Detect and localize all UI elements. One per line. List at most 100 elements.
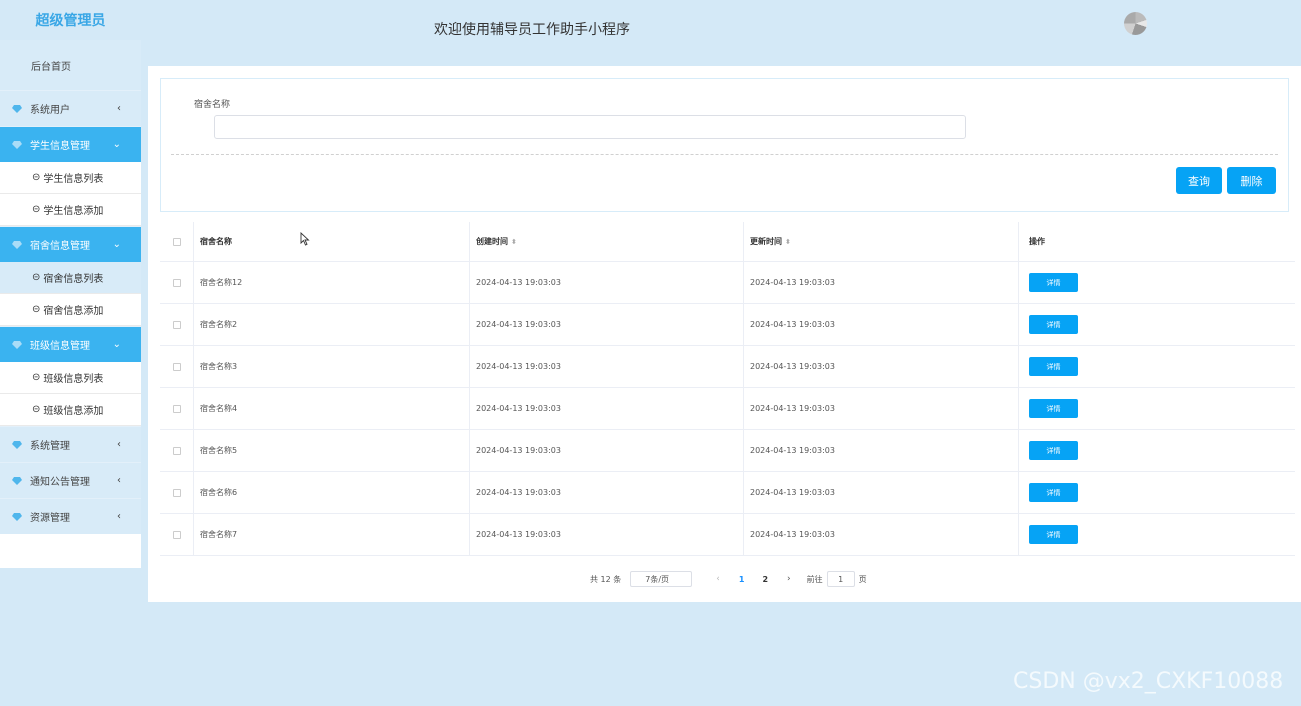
sidebar-footer	[0, 534, 141, 568]
sidebar-group-student-info[interactable]: 学生信息管理 ⌄	[0, 126, 141, 162]
row-checkbox[interactable]	[172, 278, 181, 287]
sort-icon[interactable]: ⬍	[785, 238, 791, 246]
table-row: 宿舍名称7 2024-04-13 19:03:03 2024-04-13 19:…	[160, 514, 1295, 556]
sidebar-group-class-info[interactable]: 班级信息管理 ⌄	[0, 326, 141, 362]
diamond-icon	[12, 104, 22, 113]
detail-button[interactable]: 详情	[1029, 357, 1078, 376]
cell-actions: 详情	[1019, 388, 1295, 429]
mouse-cursor-icon	[300, 232, 310, 246]
row-checkbox-cell	[160, 262, 194, 303]
select-all-cell	[160, 222, 194, 261]
row-checkbox-cell	[160, 346, 194, 387]
row-checkbox-cell	[160, 430, 194, 471]
main-content: 宿舍名称 查询 删除 宿舍名称 创建时间 ⬍ 更新时间 ⬍ 操作 宿舍名称12 20…	[148, 66, 1301, 602]
cell-updated: 2024-04-13 19:03:03	[744, 472, 1019, 513]
table-row: 宿舍名称6 2024-04-13 19:03:03 2024-04-13 19:…	[160, 472, 1295, 514]
column-header-label: 操作	[1029, 237, 1045, 246]
column-header-updated[interactable]: 更新时间 ⬍	[744, 222, 1019, 261]
detail-button[interactable]: 详情	[1029, 399, 1078, 418]
divider	[171, 154, 1278, 155]
dorm-name-label: 宿舍名称	[194, 100, 231, 110]
column-header-created[interactable]: 创建时间 ⬍	[470, 222, 744, 261]
total-count: 共 12 条	[590, 574, 622, 584]
sidebar-item-student-add[interactable]: ⊝ 学生信息添加	[0, 194, 141, 226]
sidebar-item-student-list[interactable]: ⊝ 学生信息列表	[0, 162, 141, 194]
column-header-label: 宿舍名称	[200, 237, 232, 246]
sidebar-group-notice-manage[interactable]: 通知公告管理 ‹	[0, 462, 141, 498]
cell-updated: 2024-04-13 19:03:03	[744, 430, 1019, 471]
row-checkbox-cell	[160, 472, 194, 513]
clock-icon: ⊝	[32, 204, 41, 215]
cell-created: 2024-04-13 19:03:03	[470, 472, 744, 513]
detail-button[interactable]: 详情	[1029, 483, 1078, 502]
delete-button[interactable]: 删除	[1227, 167, 1276, 194]
sidebar-item-label: 学生信息添加	[43, 206, 104, 217]
sidebar-item-label: 学生信息列表	[43, 174, 104, 185]
dorm-name-input[interactable]	[214, 115, 966, 139]
goto-prefix: 前往	[806, 574, 823, 584]
sidebar-item-dorm-list[interactable]: ⊝ 宿舍信息列表	[0, 262, 141, 294]
sidebar-item-label: 班级信息添加	[43, 406, 104, 417]
cell-actions: 详情	[1019, 514, 1295, 555]
row-checkbox[interactable]	[172, 530, 181, 539]
cell-name: 宿舍名称12	[194, 262, 470, 303]
detail-button[interactable]: 详情	[1029, 315, 1078, 334]
goto-suffix: 页	[858, 574, 867, 584]
cell-name: 宿舍名称6	[194, 472, 470, 513]
cell-created: 2024-04-13 19:03:03	[470, 262, 744, 303]
select-all-checkbox[interactable]	[172, 237, 181, 246]
sidebar-group-label: 宿舍信息管理	[30, 241, 90, 252]
sidebar-group-label: 学生信息管理	[30, 141, 90, 152]
detail-button[interactable]: 详情	[1029, 273, 1078, 292]
clock-icon: ⊝	[32, 404, 41, 415]
cell-updated: 2024-04-13 19:03:03	[744, 346, 1019, 387]
sidebar-item-class-list[interactable]: ⊝ 班级信息列表	[0, 362, 141, 394]
sidebar-group-label: 系统用户	[30, 105, 70, 116]
sidebar-group-label: 系统管理	[30, 441, 70, 452]
row-checkbox[interactable]	[172, 488, 181, 497]
page-size-select[interactable]: 7条/页	[630, 571, 693, 587]
row-checkbox[interactable]	[172, 404, 181, 413]
next-page-icon[interactable]: ›	[787, 574, 791, 584]
sidebar: 超级管理员 后台首页 系统用户 ‹ 学生信息管理 ⌄ ⊝ 学生信息列表 ⊝ 学生…	[0, 0, 141, 568]
table-row: 宿舍名称2 2024-04-13 19:03:03 2024-04-13 19:…	[160, 304, 1295, 346]
cell-created: 2024-04-13 19:03:03	[470, 430, 744, 471]
row-checkbox[interactable]	[172, 320, 181, 329]
sort-icon[interactable]: ⬍	[511, 238, 517, 246]
sidebar-group-label: 班级信息管理	[30, 341, 90, 352]
sidebar-group-resource-manage[interactable]: 资源管理 ‹	[0, 498, 141, 534]
cell-updated: 2024-04-13 19:03:03	[744, 262, 1019, 303]
goto-page-input[interactable]: 1	[826, 571, 855, 587]
sidebar-group-dorm-info[interactable]: 宿舍信息管理 ⌄	[0, 226, 141, 262]
cell-actions: 详情	[1019, 304, 1295, 345]
page-number-2[interactable]: 2	[762, 575, 768, 584]
detail-button[interactable]: 详情	[1029, 441, 1078, 460]
table-row: 宿舍名称5 2024-04-13 19:03:03 2024-04-13 19:…	[160, 430, 1295, 472]
diamond-icon	[12, 140, 22, 149]
row-checkbox-cell	[160, 304, 194, 345]
diamond-icon	[12, 476, 22, 485]
cell-created: 2024-04-13 19:03:03	[470, 388, 744, 429]
sidebar-group-label: 通知公告管理	[30, 477, 90, 488]
prev-page-icon[interactable]: ‹	[716, 574, 720, 584]
search-panel: 宿舍名称 查询 删除	[160, 78, 1289, 212]
clock-icon: ⊝	[32, 272, 41, 283]
row-checkbox[interactable]	[172, 362, 181, 371]
sidebar-group-system-users[interactable]: 系统用户 ‹	[0, 90, 141, 126]
row-checkbox-cell	[160, 388, 194, 429]
sidebar-item-dorm-add[interactable]: ⊝ 宿舍信息添加	[0, 294, 141, 326]
sidebar-item-label: 宿舍信息列表	[43, 274, 104, 285]
sidebar-item-class-add[interactable]: ⊝ 班级信息添加	[0, 394, 141, 426]
page-number-1[interactable]: 1	[739, 575, 745, 584]
row-checkbox[interactable]	[172, 446, 181, 455]
cell-name: 宿舍名称7	[194, 514, 470, 555]
sidebar-item-label: 宿舍信息添加	[43, 306, 104, 317]
detail-button[interactable]: 详情	[1029, 525, 1078, 544]
diamond-icon	[12, 512, 22, 521]
cell-updated: 2024-04-13 19:03:03	[744, 388, 1019, 429]
sidebar-group-system-manage[interactable]: 系统管理 ‹	[0, 426, 141, 462]
query-button[interactable]: 查询	[1176, 167, 1222, 194]
sidebar-item-home[interactable]: 后台首页	[0, 40, 141, 90]
row-checkbox-cell	[160, 514, 194, 555]
brand-title: 超级管理员	[35, 13, 106, 29]
